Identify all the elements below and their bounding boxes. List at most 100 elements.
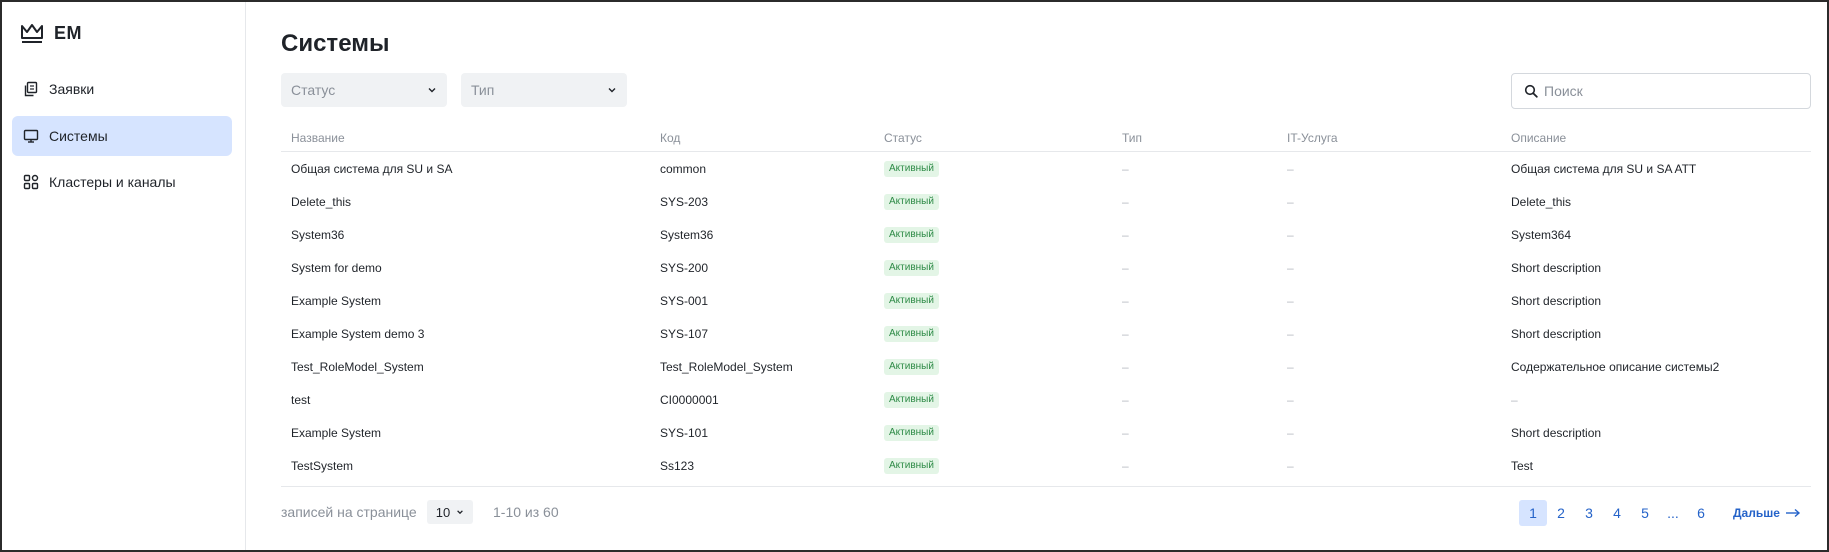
type-filter-select[interactable]: Тип <box>461 73 627 107</box>
sidebar-item-systems[interactable]: Системы <box>12 116 232 156</box>
cell-status: Активный <box>874 391 1112 408</box>
cell-name: Example System demo 3 <box>291 326 425 341</box>
per-page-select[interactable]: 10 <box>427 500 473 524</box>
cell-name: Test_RoleModel_System <box>291 359 424 374</box>
cell-it-service: – <box>1287 194 1294 209</box>
cell-description: Short description <box>1511 326 1602 341</box>
cell-code: SYS-001 <box>660 293 709 308</box>
table-row[interactable]: Example System SYS-001 Активный – – Shor… <box>281 284 1811 317</box>
column-header-code[interactable]: Код <box>650 131 874 145</box>
chevron-down-icon <box>608 88 616 93</box>
sidebar-item-requests[interactable]: Заявки <box>12 69 232 109</box>
cell-type: – <box>1122 326 1129 341</box>
status-badge: Активный <box>884 293 939 309</box>
cell-code: SYS-101 <box>660 425 709 440</box>
cell-description: System364 <box>1511 227 1572 242</box>
sidebar: EM Заявки Системы Кластеры и каналы <box>2 2 246 550</box>
cell-name: Example System <box>291 293 382 308</box>
cell-status: Активный <box>874 424 1112 441</box>
arrow-right-icon <box>1785 508 1800 518</box>
table-row[interactable]: System36 System36 Активный – – System364 <box>281 218 1811 251</box>
cell-name: TestSystem <box>291 458 354 473</box>
cell-code: SYS-107 <box>660 326 709 341</box>
page-button-3[interactable]: 3 <box>1575 500 1603 526</box>
table-row[interactable]: Example System SYS-101 Активный – – Shor… <box>281 416 1811 449</box>
table-row[interactable]: Delete_this SYS-203 Активный – – Delete_… <box>281 185 1811 218</box>
table-row[interactable]: Общая система для SU и SA common Активны… <box>281 152 1811 185</box>
page-button-1[interactable]: 1 <box>1519 500 1547 526</box>
chevron-down-icon <box>428 88 436 93</box>
per-page-label: записей на странице <box>281 504 417 520</box>
cell-status: Активный <box>874 160 1112 177</box>
cell-it-service: – <box>1287 260 1294 275</box>
cell-description: – <box>1511 392 1518 407</box>
cell-type: – <box>1122 425 1129 440</box>
cell-it-service: – <box>1287 392 1294 407</box>
cell-status: Активный <box>874 358 1112 375</box>
cell-description: Delete_this <box>1511 194 1572 209</box>
table-row[interactable]: System for demo SYS-200 Активный – – Sho… <box>281 251 1811 284</box>
page-button-4[interactable]: 4 <box>1603 500 1631 526</box>
cell-type: – <box>1122 227 1129 242</box>
cell-code: System36 <box>660 227 714 242</box>
cell-type: – <box>1122 359 1129 374</box>
cell-it-service: – <box>1287 227 1294 242</box>
cell-code: common <box>660 161 707 176</box>
cell-it-service: – <box>1287 359 1294 374</box>
cell-type: – <box>1122 392 1129 407</box>
status-badge: Активный <box>884 359 939 375</box>
cell-code: SYS-203 <box>660 194 709 209</box>
cell-name: Example System <box>291 425 382 440</box>
cell-status: Активный <box>874 292 1112 309</box>
cell-status: Активный <box>874 193 1112 210</box>
cell-type: – <box>1122 161 1129 176</box>
search-box[interactable] <box>1511 73 1811 109</box>
records-range: 1-10 из 60 <box>493 504 559 520</box>
column-header-status[interactable]: Статус <box>874 131 1112 145</box>
cell-type: – <box>1122 260 1129 275</box>
cell-name: Delete_this <box>291 194 352 209</box>
column-header-it-service[interactable]: IT-Услуга <box>1277 131 1501 145</box>
status-badge: Активный <box>884 425 939 441</box>
table-row[interactable]: Example System demo 3 SYS-107 Активный –… <box>281 317 1811 350</box>
next-page-link[interactable]: Дальше <box>1733 506 1801 520</box>
cell-type: – <box>1122 458 1129 473</box>
column-header-name[interactable]: Название <box>281 131 650 145</box>
status-badge: Активный <box>884 161 939 177</box>
grid-icon <box>23 174 39 190</box>
column-header-description[interactable]: Описание <box>1501 131 1811 145</box>
sidebar-item-clusters[interactable]: Кластеры и каналы <box>12 162 232 202</box>
cell-status: Активный <box>874 259 1112 276</box>
status-badge: Активный <box>884 326 939 342</box>
page-button-5[interactable]: 5 <box>1631 500 1659 526</box>
cell-type: – <box>1122 293 1129 308</box>
status-filter-placeholder: Статус <box>291 82 336 98</box>
cell-description: Short description <box>1511 293 1602 308</box>
cell-type: – <box>1122 194 1129 209</box>
page-button-last[interactable]: 6 <box>1687 500 1715 526</box>
search-input[interactable] <box>1544 83 1794 99</box>
cell-description: Содержательное описание системы2 <box>1511 359 1720 374</box>
cell-code: Test_RoleModel_System <box>660 359 793 374</box>
table-row[interactable]: test CI0000001 Активный – – – <box>281 383 1811 416</box>
table-header-row: Название Код Статус Тип IT-Услуга Описан… <box>281 124 1811 152</box>
sidebar-item-label: Системы <box>49 128 108 144</box>
app-logo[interactable]: EM <box>20 22 82 44</box>
cell-description: Short description <box>1511 260 1602 275</box>
chevron-down-icon <box>457 510 464 515</box>
cell-status: Активный <box>874 325 1112 342</box>
page-button-2[interactable]: 2 <box>1547 500 1575 526</box>
column-header-type[interactable]: Тип <box>1112 131 1277 145</box>
cell-it-service: – <box>1287 425 1294 440</box>
search-icon <box>1524 84 1538 98</box>
table-divider <box>281 486 1811 487</box>
sidebar-item-label: Заявки <box>49 81 95 97</box>
cell-description: Общая система для SU и SA ATT <box>1511 161 1697 176</box>
status-filter-select[interactable]: Статус <box>281 73 447 107</box>
table-row[interactable]: TestSystem Ss123 Активный – – Test <box>281 449 1811 482</box>
page-title: Системы <box>281 30 390 57</box>
cell-it-service: – <box>1287 161 1294 176</box>
cell-name: Общая система для SU и SA <box>291 161 453 176</box>
cell-name: System36 <box>291 227 345 242</box>
table-row[interactable]: Test_RoleModel_System Test_RoleModel_Sys… <box>281 350 1811 383</box>
